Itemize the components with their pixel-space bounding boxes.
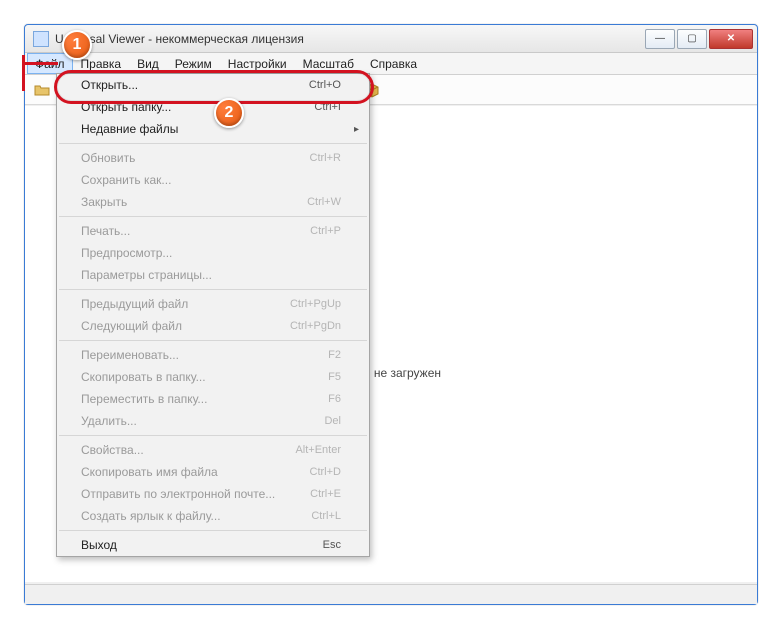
menu-item-label: Открыть папку... — [81, 100, 314, 114]
menu-item-shortcut: Ctrl+PgUp — [290, 298, 341, 310]
menu-item-shortcut: F2 — [328, 349, 341, 361]
menu-item-label: Параметры страницы... — [81, 268, 341, 282]
menu-help[interactable]: Справка — [362, 53, 425, 74]
menu-separator — [59, 530, 367, 531]
menu-separator — [59, 435, 367, 436]
menu-item-shortcut: Ctrl+O — [309, 79, 341, 91]
minimize-button[interactable]: — — [645, 29, 675, 49]
menu-item-shortcut: Ctrl+I — [314, 101, 341, 113]
menu-item-shortcut: Ctrl+E — [310, 488, 341, 500]
close-button[interactable]: ✕ — [709, 29, 753, 49]
menu-item-label: Закрыть — [81, 195, 307, 209]
menu-item-label: Скопировать в папку... — [81, 370, 328, 384]
menu-item-label: Предыдущий файл — [81, 297, 290, 311]
annotation-pointer-line — [22, 62, 58, 65]
menu-item-shortcut: Alt+Enter — [295, 444, 341, 456]
menu-item[interactable]: ВыходEsc — [57, 534, 369, 556]
menu-item-shortcut: F6 — [328, 393, 341, 405]
menu-item: Создать ярлык к файлу...Ctrl+L — [57, 505, 369, 527]
menu-item[interactable]: Открыть...Ctrl+O — [57, 74, 369, 96]
menu-item-label: Свойства... — [81, 443, 295, 457]
menu-item: Переместить в папку...F6 — [57, 388, 369, 410]
menu-item-label: Отправить по электронной почте... — [81, 487, 310, 501]
menu-item-shortcut: Ctrl+PgDn — [290, 320, 341, 332]
menu-item-shortcut: Ctrl+D — [310, 466, 341, 478]
menu-item-label: Выход — [81, 538, 323, 552]
menu-item-label: Сохранить как... — [81, 173, 341, 187]
menu-item-shortcut: Ctrl+P — [310, 225, 341, 237]
menu-item: Скопировать в папку...F5 — [57, 366, 369, 388]
app-icon — [33, 31, 49, 47]
menu-item-label: Недавние файлы — [81, 122, 341, 136]
menu-item-label: Переименовать... — [81, 348, 328, 362]
menu-item-shortcut: Ctrl+W — [307, 196, 341, 208]
menu-item-label: Открыть... — [81, 78, 309, 92]
maximize-button[interactable]: ▢ — [677, 29, 707, 49]
menu-item-label: Печать... — [81, 224, 310, 238]
menu-item: Печать...Ctrl+P — [57, 220, 369, 242]
folder-open-icon[interactable] — [31, 79, 53, 101]
menu-view[interactable]: Вид — [129, 53, 167, 74]
menu-item-shortcut: Ctrl+R — [310, 152, 341, 164]
titlebar[interactable]: Universal Viewer - некоммерческая лиценз… — [25, 25, 757, 53]
menu-item: Параметры страницы... — [57, 264, 369, 286]
menu-item: Отправить по электронной почте...Ctrl+E — [57, 483, 369, 505]
menu-settings[interactable]: Настройки — [220, 53, 295, 74]
menu-item: Удалить...Del — [57, 410, 369, 432]
menu-item-label: Скопировать имя файла — [81, 465, 310, 479]
menu-item[interactable]: Недавние файлы — [57, 118, 369, 140]
menu-item[interactable]: Открыть папку...Ctrl+I — [57, 96, 369, 118]
status-bar — [25, 584, 757, 604]
menu-item: ОбновитьCtrl+R — [57, 147, 369, 169]
menu-item-label: Предпросмотр... — [81, 246, 341, 260]
menu-item-shortcut: F5 — [328, 371, 341, 383]
menu-item-label: Удалить... — [81, 414, 324, 428]
menu-zoom[interactable]: Масштаб — [295, 53, 362, 74]
menu-separator — [59, 289, 367, 290]
menu-separator — [59, 216, 367, 217]
menu-separator — [59, 340, 367, 341]
menu-item: ЗакрытьCtrl+W — [57, 191, 369, 213]
menu-item-label: Переместить в папку... — [81, 392, 328, 406]
menu-item-label: Создать ярлык к файлу... — [81, 509, 311, 523]
menu-item: Скопировать имя файлаCtrl+D — [57, 461, 369, 483]
menu-mode[interactable]: Режим — [167, 53, 220, 74]
menu-item: Переименовать...F2 — [57, 344, 369, 366]
menu-item-label: Обновить — [81, 151, 310, 165]
menu-item: Предыдущий файлCtrl+PgUp — [57, 293, 369, 315]
menu-item: Следующий файлCtrl+PgDn — [57, 315, 369, 337]
menu-item-shortcut: Esc — [323, 539, 341, 551]
menubar: Файл Правка Вид Режим Настройки Масштаб … — [25, 53, 757, 75]
menu-item-label: Следующий файл — [81, 319, 290, 333]
file-menu-dropdown: Открыть...Ctrl+OОткрыть папку...Ctrl+IНе… — [56, 73, 370, 557]
menu-separator — [59, 143, 367, 144]
window-title: Universal Viewer - некоммерческая лиценз… — [55, 32, 643, 46]
menu-item: Сохранить как... — [57, 169, 369, 191]
annotation-badge-1: 1 — [62, 30, 92, 60]
annotation-badge-2: 2 — [214, 98, 244, 128]
menu-item: Предпросмотр... — [57, 242, 369, 264]
menu-item: Свойства...Alt+Enter — [57, 439, 369, 461]
menu-item-shortcut: Ctrl+L — [311, 510, 341, 522]
menu-item-shortcut: Del — [324, 415, 341, 427]
annotation-pointer-tick — [22, 55, 25, 91]
